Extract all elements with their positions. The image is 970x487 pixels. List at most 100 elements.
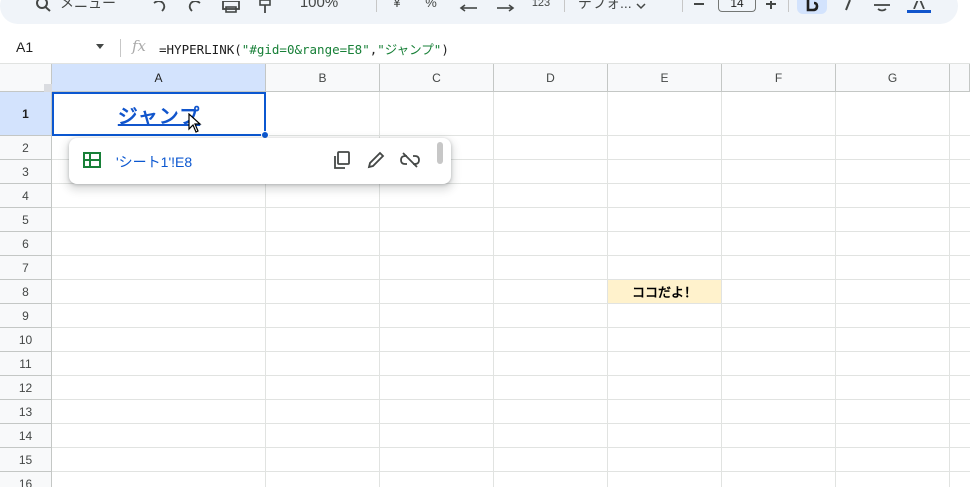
mouse-cursor-icon [188, 113, 202, 133]
row-header-11[interactable]: 11 [0, 352, 52, 376]
row-header-2[interactable]: 2 [0, 136, 52, 160]
row-header-14[interactable]: 14 [0, 424, 52, 448]
formula-arg-label: "ジャンプ" [377, 42, 442, 57]
increase-font-size-button[interactable] [764, 0, 778, 14]
row-gridline [52, 351, 970, 352]
formula-bar-divider [120, 39, 121, 57]
select-all-corner[interactable] [0, 64, 52, 92]
row-header-4[interactable]: 4 [0, 184, 52, 208]
font-family-select[interactable]: デフォ... [578, 0, 652, 14]
row-header-8[interactable]: 8 [0, 280, 52, 304]
menu-label: メニュー [60, 0, 116, 11]
row-gridline [52, 471, 970, 472]
row-header-12[interactable]: 12 [0, 376, 52, 400]
print-icon [222, 1, 240, 13]
cell-e8[interactable]: ココだよ！ [608, 280, 721, 303]
text-color-button[interactable] [906, 0, 932, 14]
copy-link-button[interactable] [331, 149, 353, 171]
toolbar-divider [682, 0, 683, 12]
row-header-5[interactable]: 5 [0, 208, 52, 232]
cell-a1-selected[interactable]: ジャンプ [52, 92, 266, 136]
plus-icon [766, 1, 776, 9]
name-box[interactable]: A1 [16, 39, 33, 55]
row-gridline [52, 423, 970, 424]
column-gridline [721, 92, 722, 487]
column-header-g[interactable]: G [836, 64, 950, 92]
italic-button[interactable] [840, 0, 856, 14]
column-header-d[interactable]: D [494, 64, 608, 92]
link-off-icon [400, 152, 420, 168]
font-size-input[interactable]: 14 [718, 0, 756, 12]
formula-prefix: =HYPERLINK( [159, 42, 242, 57]
redo-icon [188, 1, 201, 12]
column-header-e[interactable]: E [608, 64, 722, 92]
row-gridline [52, 303, 970, 304]
row-header-13[interactable]: 13 [0, 400, 52, 424]
column-header-c[interactable]: C [380, 64, 494, 92]
column-header-f[interactable]: F [722, 64, 836, 92]
remove-link-button[interactable] [399, 149, 421, 171]
column-header-overflow[interactable] [950, 64, 970, 92]
increase-decimal-icon [497, 4, 515, 12]
percent-label: % [425, 0, 437, 10]
link-target[interactable]: 'シート1'!E8 [116, 152, 192, 172]
currency-format-button[interactable]: ¥ [390, 0, 404, 14]
text-color-icon [913, 1, 925, 9]
spreadsheet-grid[interactable]: A B C D E F G 1 2 3 4 5 6 7 8 9 10 11 12 13 14 15 16 ココだよ！ ジャンプ… [0, 64, 970, 487]
number-format-label: 123 [531, 0, 551, 9]
print-button[interactable] [220, 0, 242, 14]
row-header-10[interactable]: 10 [0, 328, 52, 352]
row-gridline [52, 375, 970, 376]
row-gridline [52, 255, 970, 256]
undo-button[interactable] [150, 0, 168, 14]
zoom-select[interactable]: 100% [292, 0, 346, 14]
row-header-1[interactable]: 1 [0, 92, 52, 136]
decrease-decimal-icon [459, 4, 477, 12]
decrease-decimal-button[interactable] [458, 0, 480, 14]
toolbar-divider [788, 0, 789, 12]
edit-link-button[interactable] [365, 149, 387, 171]
row-gridline [52, 399, 970, 400]
column-gridline [949, 92, 950, 487]
row-header-16[interactable]: 16 [0, 472, 52, 487]
more-formats-button[interactable]: 123 [528, 0, 554, 14]
search-icon [36, 0, 51, 12]
row-header-6[interactable]: 6 [0, 232, 52, 256]
formula-bar: A1 fx =HYPERLINK("#gid=0&range=E8","ジャンプ… [0, 30, 970, 64]
row-gridline [52, 207, 970, 208]
search-menu-button[interactable]: メニュー [36, 0, 116, 14]
redo-button[interactable] [186, 0, 204, 14]
corner-mark [44, 84, 52, 92]
formula-input[interactable]: =HYPERLINK("#gid=0&range=E8","ジャンプ") [159, 39, 449, 58]
chevron-down-icon[interactable] [96, 44, 104, 49]
row-gridline [52, 279, 970, 280]
text-color-bar [907, 10, 931, 13]
column-gridline [835, 92, 836, 487]
bold-icon [806, 0, 819, 12]
bold-button[interactable] [803, 0, 821, 14]
row-header-7[interactable]: 7 [0, 256, 52, 280]
formula-arg-url: "#gid=0&range=E8" [241, 42, 370, 57]
strikethrough-button[interactable] [872, 0, 892, 14]
decrease-font-size-button[interactable] [692, 0, 706, 14]
row-header-15[interactable]: 15 [0, 448, 52, 472]
toolbar-divider [564, 0, 565, 12]
formula-suffix: ) [441, 42, 449, 57]
currency-label: ¥ [393, 0, 401, 10]
toolbar-divider [376, 0, 377, 12]
pencil-icon [367, 151, 385, 169]
row-header-9[interactable]: 9 [0, 304, 52, 328]
percent-format-button[interactable]: % [424, 0, 438, 14]
column-header-a[interactable]: A [52, 64, 266, 92]
popup-scrollbar[interactable] [437, 142, 443, 164]
chevron-down-icon [636, 3, 646, 10]
row-gridline [52, 327, 970, 328]
column-gridline [493, 92, 494, 487]
strikethrough-icon [874, 4, 890, 12]
paint-format-button[interactable] [256, 0, 274, 14]
row-header-3[interactable]: 3 [0, 160, 52, 184]
paint-roller-icon [259, 0, 271, 13]
minus-icon [694, 3, 704, 5]
column-header-b[interactable]: B [266, 64, 380, 92]
increase-decimal-button[interactable] [494, 0, 516, 14]
